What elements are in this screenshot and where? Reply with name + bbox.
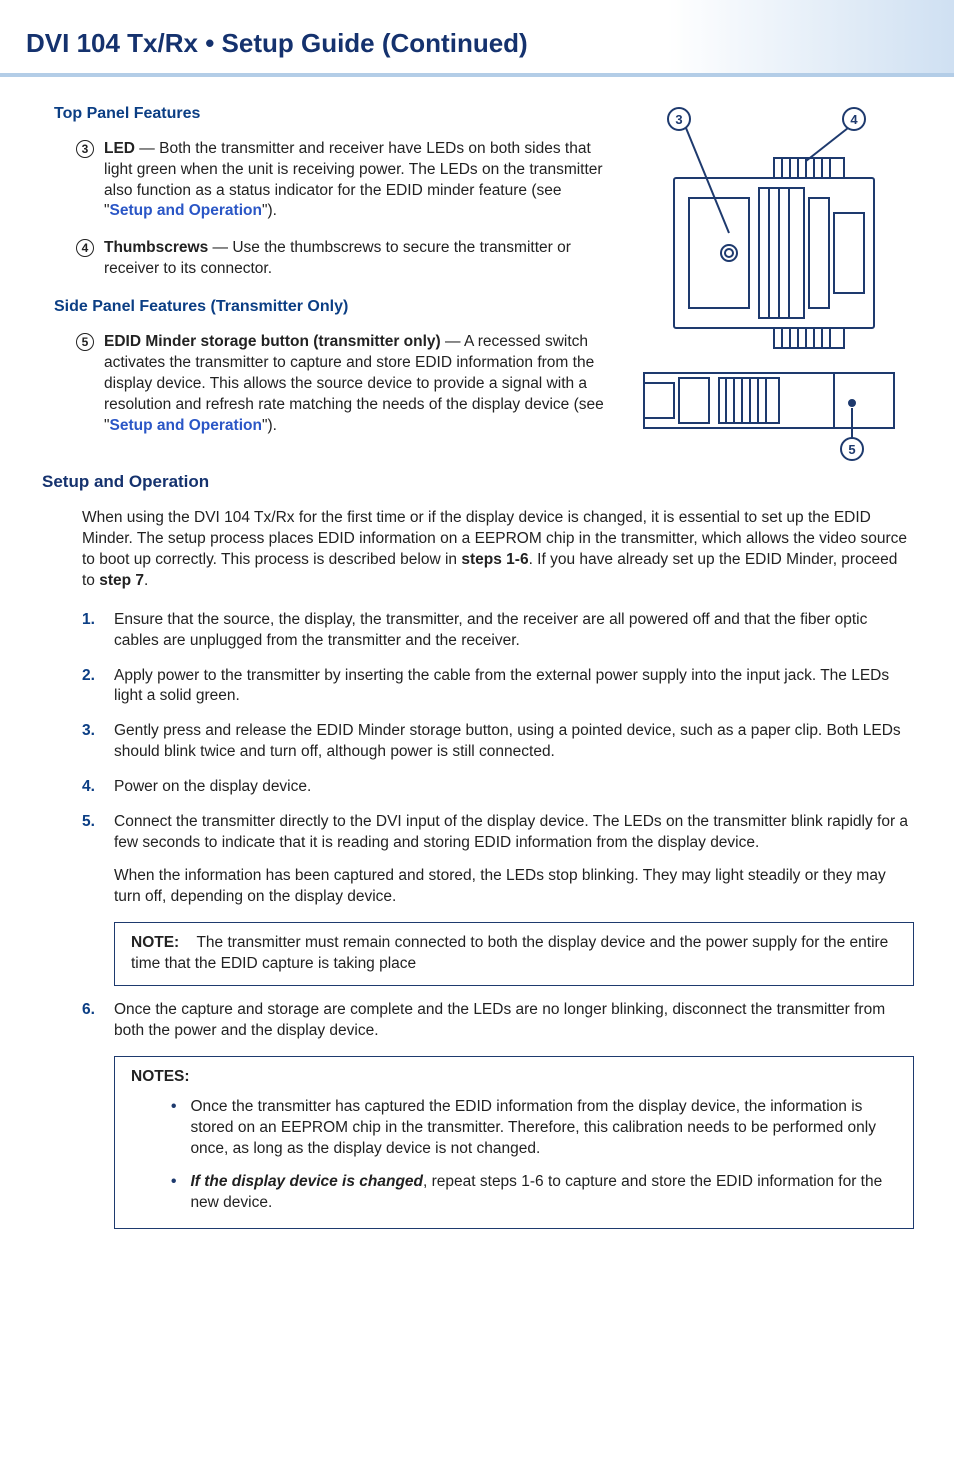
feature-thumbscrews-body: Thumbscrews — Use the thumbscrews to sec…	[104, 238, 614, 280]
step-3-body: Gently press and release the EDID Minder…	[114, 721, 914, 763]
link-setup-operation-1[interactable]: Setup and Operation	[110, 202, 262, 219]
feature-led: 3 LED — Both the transmitter and receive…	[76, 139, 614, 223]
note1-label: NOTE:	[131, 934, 179, 951]
page-content: Top Panel Features 3 LED — Both the tran…	[0, 77, 954, 1259]
note-box-1: NOTE: The transmitter must remain connec…	[114, 922, 914, 986]
feature-led-title: LED	[104, 140, 135, 157]
callout-5-label: 5	[848, 442, 855, 457]
notes2-list: • Once the transmitter has captured the …	[171, 1097, 897, 1214]
bullet-icon: •	[171, 1097, 176, 1160]
diagrams: 3 4	[634, 99, 914, 463]
circled-4: 4	[76, 239, 94, 257]
feature-edid-text-b: ").	[262, 417, 277, 434]
feature-edid-body: EDID Minder storage button (transmitter …	[104, 332, 614, 437]
intro-d: step 7	[99, 572, 144, 589]
callout-4-label: 4	[850, 112, 858, 127]
page-title: DVI 104 Tx/Rx • Setup Guide (Continued)	[26, 26, 928, 61]
step-3: 3. Gently press and release the EDID Min…	[82, 721, 914, 763]
setup-heading: Setup and Operation	[42, 471, 914, 494]
step-3-num: 3.	[82, 721, 100, 763]
circled-3: 3	[76, 140, 94, 158]
step-5-body: Connect the transmitter directly to the …	[114, 812, 914, 854]
step-5-num: 5.	[82, 812, 100, 908]
feature-led-body: LED — Both the transmitter and receiver …	[104, 139, 614, 223]
intro-b: steps 1-6	[461, 551, 528, 568]
feature-edid-title: EDID Minder storage button (transmitter …	[104, 333, 441, 350]
step-4-body: Power on the display device.	[114, 777, 914, 798]
notes2-label: NOTES:	[131, 1068, 190, 1085]
notes2-item-2: • If the display device is changed, repe…	[171, 1172, 897, 1214]
notes2-item1-body: Once the transmitter has captured the ED…	[190, 1097, 897, 1160]
feature-edid-button: 5 EDID Minder storage button (transmitte…	[76, 332, 614, 437]
step-1: 1. Ensure that the source, the display, …	[82, 610, 914, 652]
feature-thumbscrews-title: Thumbscrews	[104, 239, 208, 256]
step-6: 6. Once the capture and storage are comp…	[82, 1000, 914, 1042]
circled-5: 5	[76, 333, 94, 351]
steps-list-2: 6. Once the capture and storage are comp…	[82, 1000, 914, 1042]
top-view-diagram: 3 4	[634, 103, 914, 353]
step-2-body: Apply power to the transmitter by insert…	[114, 666, 914, 708]
step-2-num: 2.	[82, 666, 100, 708]
step-2: 2. Apply power to the transmitter by ins…	[82, 666, 914, 708]
notes2-item-1: • Once the transmitter has captured the …	[171, 1097, 897, 1160]
bullet-icon: •	[171, 1172, 176, 1214]
notes2-item2-bold: If the display device is changed	[190, 1173, 423, 1190]
side-panel-heading: Side Panel Features (Transmitter Only)	[54, 296, 614, 318]
setup-intro: When using the DVI 104 Tx/Rx for the fir…	[82, 508, 914, 592]
feature-led-text-b: ").	[262, 202, 277, 219]
step-6-body: Once the capture and storage are complet…	[114, 1000, 914, 1042]
note1-body: The transmitter must remain connected to…	[131, 934, 888, 972]
step-5-body2: When the information has been captured a…	[114, 866, 914, 908]
step-1-num: 1.	[82, 610, 100, 652]
intro-e: .	[144, 572, 148, 589]
link-setup-operation-2[interactable]: Setup and Operation	[110, 417, 262, 434]
feature-thumbscrews: 4 Thumbscrews — Use the thumbscrews to s…	[76, 238, 614, 280]
step-1-body: Ensure that the source, the display, the…	[114, 610, 914, 652]
steps-list: 1. Ensure that the source, the display, …	[82, 610, 914, 908]
page-header: DVI 104 Tx/Rx • Setup Guide (Continued)	[0, 0, 954, 77]
step-4-num: 4.	[82, 777, 100, 798]
callout-3-label: 3	[675, 112, 682, 127]
step-5: 5. Connect the transmitter directly to t…	[82, 812, 914, 908]
top-panel-heading: Top Panel Features	[54, 103, 614, 125]
side-view-diagram: 5	[634, 353, 914, 463]
step-6-num: 6.	[82, 1000, 100, 1042]
note-box-2: NOTES: • Once the transmitter has captur…	[114, 1056, 914, 1230]
step-4: 4. Power on the display device.	[82, 777, 914, 798]
